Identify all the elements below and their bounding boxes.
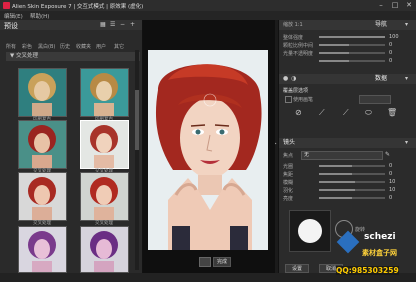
app-icon xyxy=(3,2,10,9)
add-preset-icon[interactable]: + xyxy=(130,21,135,28)
tab-other[interactable]: 其它 xyxy=(114,43,124,50)
fill-icon[interactable]: ⬭ xyxy=(365,108,372,118)
extra-slider[interactable] xyxy=(319,60,385,62)
preset-thumb-selected[interactable] xyxy=(80,120,129,169)
collapse-data-icon[interactable]: ▾ xyxy=(405,74,408,84)
eraser-icon[interactable]: ⟋ xyxy=(343,108,349,118)
view-grid-icon[interactable]: ▦ xyxy=(100,21,106,28)
slider-label: 颗粒比例中间 xyxy=(283,43,314,49)
preset-thumb[interactable] xyxy=(18,172,67,221)
tab-user[interactable]: 用户 xyxy=(96,43,106,50)
group-header-cross-process[interactable]: ▼ 交叉处理 xyxy=(6,52,140,61)
slider-value: 10 xyxy=(389,187,396,193)
presets-panel: 预设 ▦ ☰ − + 所有 彩色 黑白(B) 历史 收藏夹 用户 其它 ▼ 交叉… xyxy=(0,20,143,273)
preset-thumb[interactable] xyxy=(18,68,67,117)
lens-header: 镜头 ▾ xyxy=(279,138,416,148)
overlay-section-title: 覆盖层选项 xyxy=(283,88,309,94)
preset-thumb[interactable] xyxy=(80,172,129,221)
tab-color[interactable]: 彩色 xyxy=(22,43,32,50)
lens-slider[interactable] xyxy=(319,181,385,183)
watermark-qq: QQ:985303259 xyxy=(336,266,399,275)
pen-icon[interactable]: ⊘ xyxy=(295,108,302,117)
overlay-option-button[interactable] xyxy=(359,95,391,104)
slider-label: 亮度 xyxy=(283,196,294,202)
slider-value: 0 xyxy=(389,163,393,169)
eyedropper-icon[interactable]: ✎ xyxy=(385,151,390,158)
watermark: schezi 素材盒子网 QQ:985303259 xyxy=(330,228,416,282)
slider-label: 整体强度 xyxy=(283,35,304,41)
close-icon[interactable]: ✕ xyxy=(402,0,416,10)
lens-focus-select[interactable]: 无 xyxy=(301,151,383,160)
bokeh-shape-preview[interactable] xyxy=(289,210,331,252)
zoom-ratio: 缩放 1:1 xyxy=(283,22,303,28)
slider-label: 光量不透明度 xyxy=(283,51,314,57)
collapse-navigator-icon[interactable]: ▾ xyxy=(405,20,408,30)
layer-toggle-icon[interactable]: ● xyxy=(283,74,288,84)
preset-thumb[interactable] xyxy=(80,68,129,117)
lens-slider[interactable] xyxy=(319,165,385,167)
menu-bar: 编辑(E) 帮助(H) xyxy=(0,11,416,20)
lens-slider[interactable] xyxy=(319,173,385,175)
overlay-check-label: 使用画笔 xyxy=(293,97,314,103)
brush-icon[interactable]: ⟋ xyxy=(319,108,325,118)
done-button[interactable]: 完成 xyxy=(213,257,231,267)
window-title: Alien Skin Exposure 7 | 交互式模式 | 原效果 (虚化) xyxy=(12,4,144,10)
remove-preset-icon[interactable]: − xyxy=(120,21,125,28)
lens-title: 镜头 xyxy=(283,139,296,146)
slider-label: 模糊 xyxy=(283,180,294,186)
navigator-header: 缩放 1:1 导航 ▾ xyxy=(279,20,416,30)
maximize-icon[interactable]: □ xyxy=(388,0,402,10)
data-title: 数据 xyxy=(375,75,388,82)
presets-header: 预设 ▦ ☰ − + xyxy=(0,20,142,30)
watermark-site: 素材盒子网 xyxy=(362,249,397,257)
collapse-lens-icon[interactable]: ▾ xyxy=(405,138,408,148)
navigator-title: 导航 xyxy=(375,21,388,28)
slider-label: 光圈 xyxy=(283,164,294,170)
presets-scrollbar[interactable] xyxy=(135,50,139,270)
preview-image[interactable] xyxy=(148,50,268,250)
watermark-brand: schezi xyxy=(364,232,396,242)
delete-icon[interactable]: 🗑 xyxy=(387,108,397,117)
menu-help[interactable]: 帮助(H) xyxy=(30,12,49,20)
grain-mid-slider[interactable] xyxy=(319,44,385,46)
light-opacity-slider[interactable] xyxy=(319,52,385,54)
preset-thumb[interactable] xyxy=(18,120,67,169)
slider-value: 0 xyxy=(389,42,393,48)
settings-button[interactable]: 设置 xyxy=(285,264,309,273)
slider-value: 100 xyxy=(389,34,399,40)
slider-value: 0 xyxy=(389,195,393,201)
slider-value: 10 xyxy=(389,179,396,185)
preset-tabs: 所有 彩色 黑白(B) 历史 收藏夹 用户 其它 xyxy=(0,33,142,50)
slider-value: 0 xyxy=(389,171,393,177)
lens-slider[interactable] xyxy=(319,197,385,199)
preview-area: 完成 xyxy=(143,20,275,273)
palette-icon[interactable]: ◑ xyxy=(291,74,296,84)
compare-view-icon[interactable] xyxy=(199,257,211,267)
preset-thumb[interactable] xyxy=(18,226,67,273)
preset-thumb[interactable] xyxy=(80,226,129,273)
tab-all[interactable]: 所有 xyxy=(6,43,16,50)
lens-slider[interactable] xyxy=(319,189,385,191)
menu-edit[interactable]: 编辑(E) xyxy=(4,12,23,20)
slider-label: 羽化 xyxy=(283,188,294,194)
minimize-icon[interactable]: – xyxy=(374,0,388,10)
overlay-checkbox[interactable] xyxy=(285,96,292,103)
slider-value: 0 xyxy=(389,58,393,64)
tab-bw[interactable]: 黑白(B) xyxy=(38,43,55,50)
slider-label: 焦距 xyxy=(283,172,294,178)
data-header: ● ◑ 数据 ▾ xyxy=(279,74,416,84)
tab-history[interactable]: 历史 xyxy=(60,43,70,50)
tab-favorites[interactable]: 收藏夹 xyxy=(76,43,91,50)
overall-strength-slider[interactable] xyxy=(319,36,385,38)
slider-value: 0 xyxy=(389,50,393,56)
watermark-logo xyxy=(336,230,360,254)
presets-title: 预设 xyxy=(4,22,18,30)
brush-tools: ⊘ ⟋ ⟋ ⬭ 🗑 xyxy=(295,108,405,122)
view-list-icon[interactable]: ☰ xyxy=(110,21,115,28)
lens-sub-label: 焦点 xyxy=(283,153,294,159)
